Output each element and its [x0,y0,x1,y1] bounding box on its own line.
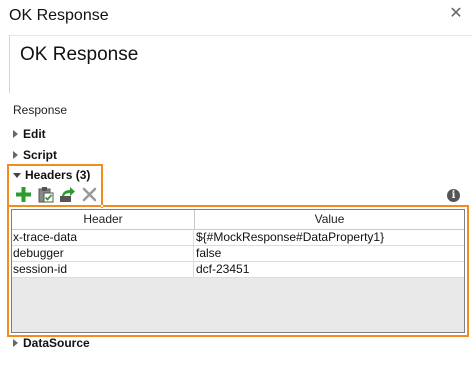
tree-item-label: DataSource [23,336,90,350]
column-header-value[interactable]: Value [195,210,464,229]
add-header-button[interactable] [15,186,32,203]
panel-divider [9,35,472,36]
tree-item-datasource[interactable]: DataSource [13,335,90,351]
export-icon [60,187,75,202]
title-bar: OK Response ✕ [0,0,472,32]
table-row[interactable]: x-trace-data ${#MockResponse#DataPropert… [12,230,464,246]
add-icon [16,187,31,202]
header-value-cell[interactable]: ${#MockResponse#DataProperty1} [196,230,462,245]
info-icon[interactable]: i [447,189,460,202]
tree-item-label: Edit [23,127,46,141]
expand-arrow-icon [13,151,18,159]
table-row[interactable]: session-id dcf-23451 [12,262,464,278]
response-section-label: Response [13,103,68,117]
window-title: OK Response [9,7,109,24]
headers-toolbar [15,186,98,204]
expand-arrow-icon [13,339,18,347]
delete-header-button[interactable] [81,186,98,203]
paste-icon [38,187,54,203]
table-header-row: Header Value [12,210,464,230]
header-name-cell[interactable]: session-id [13,262,194,277]
highlight-join [101,205,103,207]
table-row[interactable]: debugger false [12,246,464,262]
column-header-header[interactable]: Header [12,210,195,229]
paste-header-button[interactable] [37,186,54,203]
header-name-cell[interactable]: debugger [13,246,194,261]
export-header-button[interactable] [59,186,76,203]
close-button[interactable]: ✕ [449,6,463,22]
header-name-cell[interactable]: x-trace-data [13,230,194,245]
header-value-cell[interactable]: dcf-23451 [196,262,462,277]
panel-left-edge [9,35,10,93]
delete-icon [82,187,97,202]
tree-item-label: Script [23,148,58,162]
tree-item-edit[interactable]: Edit [13,126,46,142]
header-value-cell[interactable]: false [196,246,462,261]
expand-arrow-icon [13,130,18,138]
tree-item-script[interactable]: Script [13,147,57,163]
panel-heading: OK Response [20,44,139,65]
headers-table: Header Value x-trace-data ${#MockRespons… [11,209,465,333]
